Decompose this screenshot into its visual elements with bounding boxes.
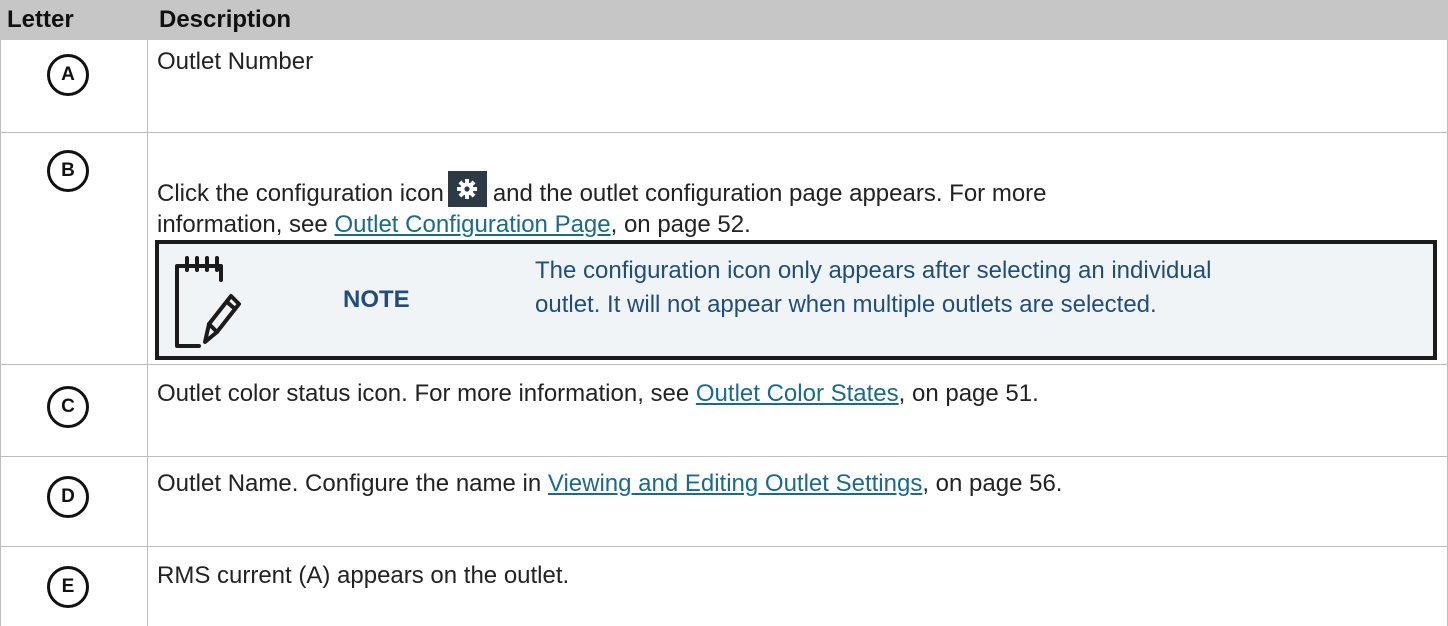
- row-b-text-after-icon: and the outlet configuration page appear…: [492, 180, 1047, 207]
- row-d-text-after-link: , on page 56.: [922, 470, 1063, 497]
- row-b-text-after-link: , on page 52.: [610, 211, 751, 238]
- row-b-text-before-icon: Click the configuration icon: [157, 180, 444, 207]
- letter-badge-c: C: [47, 386, 89, 428]
- note-label: NOTE: [343, 286, 410, 313]
- row-divider: [0, 132, 1448, 133]
- note-text: The configuration icon only appears afte…: [535, 254, 1211, 322]
- row-b-line-1: Click the configuration icon and the outl…: [157, 171, 1047, 210]
- note-line-2: outlet. It will not appear when multiple…: [535, 291, 1157, 318]
- row-divider: [0, 456, 1448, 457]
- header-letter: Letter: [7, 6, 74, 33]
- letter-badge-e: E: [47, 566, 89, 608]
- viewing-editing-outlet-settings-link[interactable]: Viewing and Editing Outlet Settings: [548, 470, 922, 497]
- note-line-1: The configuration icon only appears afte…: [535, 257, 1212, 284]
- row-e-description: RMS current (A) appears on the outlet.: [157, 562, 570, 589]
- outlet-color-states-link[interactable]: Outlet Color States: [696, 380, 899, 407]
- column-divider: [147, 40, 148, 626]
- row-b-text-before-link: information, see: [157, 211, 328, 238]
- row-c-description: Outlet color status icon. For more infor…: [157, 378, 1039, 410]
- row-divider: [0, 364, 1448, 365]
- letter-badge-b: B: [47, 150, 89, 192]
- notepad-pencil-icon: [169, 252, 243, 357]
- letter-badge-a: A: [47, 54, 89, 96]
- row-b-line-2: information, see Outlet Configuration Pa…: [157, 209, 751, 241]
- table-left-border: [0, 40, 1, 626]
- table-header: Letter Description: [0, 0, 1448, 40]
- row-d-description: Outlet Name. Configure the name in Viewi…: [157, 468, 1062, 500]
- note-box: NOTE The configuration icon only appears…: [155, 240, 1437, 360]
- row-c-text-after-link: , on page 51.: [898, 380, 1039, 407]
- letter-badge-d: D: [47, 476, 89, 518]
- header-description: Description: [159, 6, 292, 33]
- row-divider: [0, 546, 1448, 547]
- outlet-configuration-page-link[interactable]: Outlet Configuration Page: [334, 211, 610, 238]
- row-d-text-before-link: Outlet Name. Configure the name in: [157, 470, 542, 497]
- row-a-description: Outlet Number: [157, 48, 314, 75]
- row-c-text-before-link: Outlet color status icon. For more infor…: [157, 380, 690, 407]
- gear-icon: [447, 171, 487, 207]
